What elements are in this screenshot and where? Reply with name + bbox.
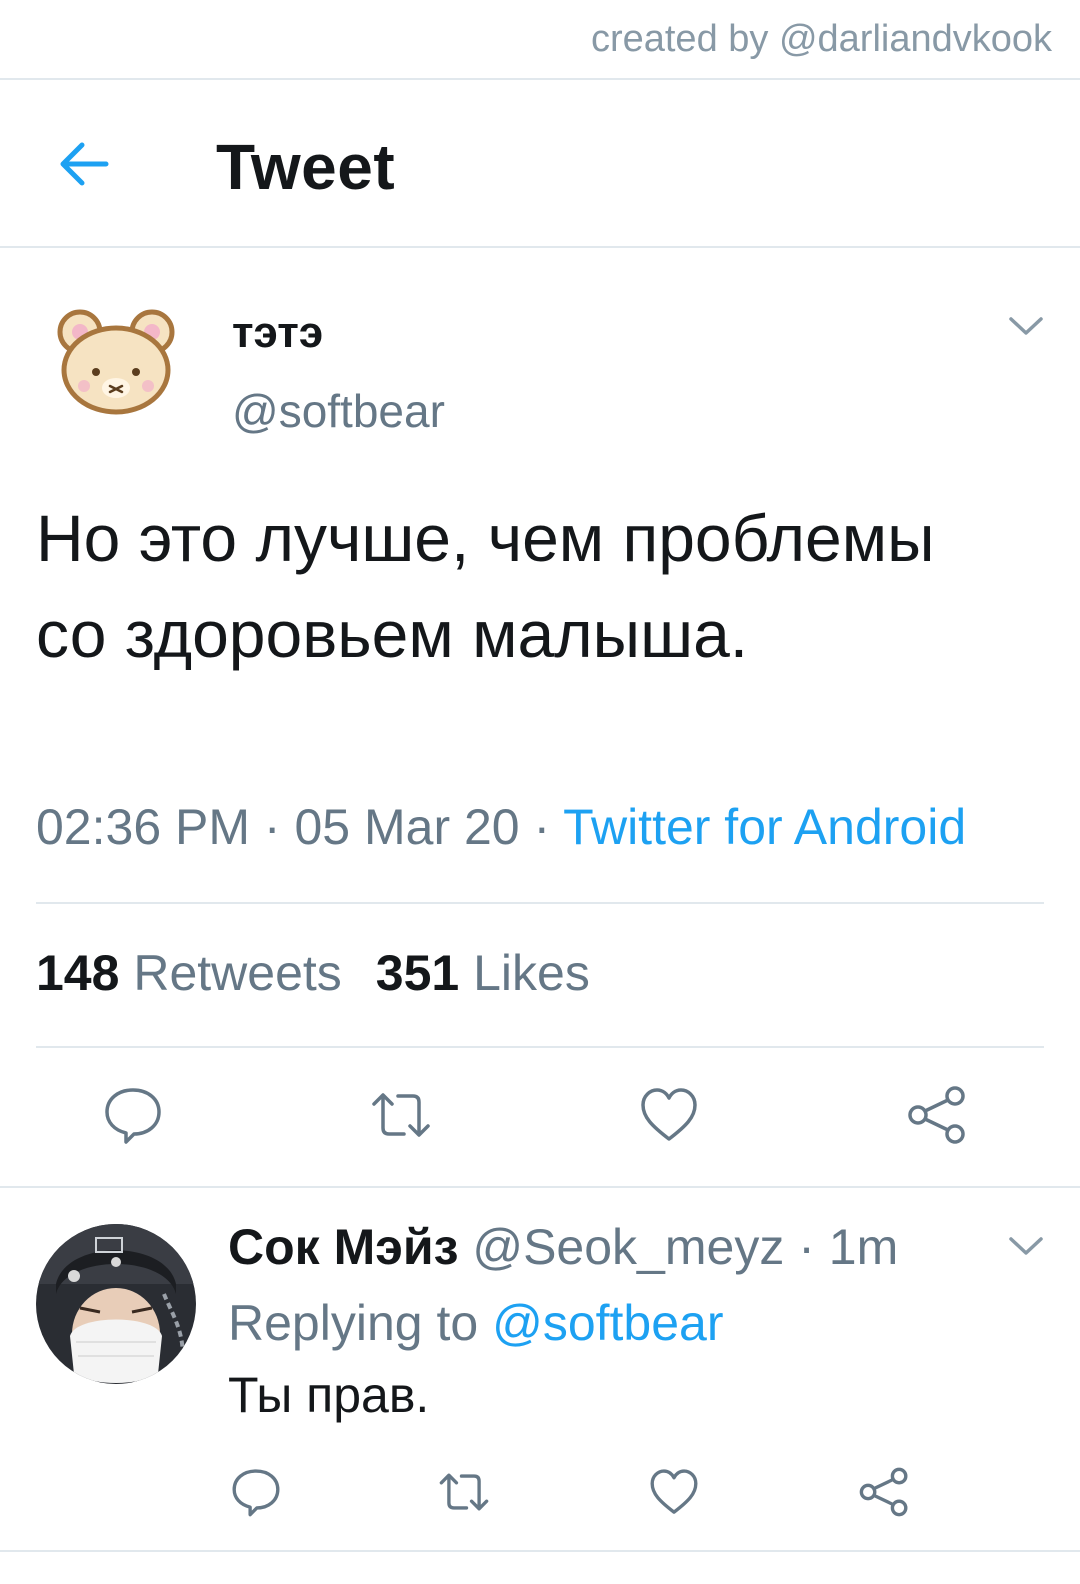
chevron-down-icon [1009,317,1043,335]
top-bar: Tweet [0,82,1080,248]
retweets-stat[interactable]: 148 Retweets [36,945,342,1001]
reply-time: 1m [828,1219,899,1275]
tweet-time: 02:36 PM [36,799,251,855]
divider [0,1186,1080,1188]
reply-icon [232,1469,280,1517]
tweet-source-link[interactable]: Twitter for Android [563,799,966,855]
reply-author-avatar[interactable] [36,1224,196,1384]
retweet-button[interactable] [370,1084,432,1146]
reply-retweet-button[interactable] [438,1466,490,1518]
like-button[interactable] [638,1084,700,1146]
chevron-down-icon [1009,1237,1043,1255]
retweets-label: Retweets [133,945,342,1001]
arrow-left-icon [60,142,109,186]
share-icon [908,1086,965,1144]
share-button[interactable] [906,1084,968,1146]
retweets-count: 148 [36,945,120,1001]
author-name[interactable]: тэтэ [232,308,323,358]
divider [0,78,1080,80]
divider [36,902,1044,904]
reply-author-name[interactable]: Сок Мэйз [228,1219,458,1275]
divider [0,246,1080,248]
retweet-icon [372,1093,430,1137]
reply-more-options-button[interactable] [1006,1226,1046,1266]
replying-to-mention[interactable]: @softbear [492,1295,723,1351]
divider [0,1550,1080,1552]
reply-reply-button[interactable] [230,1466,282,1518]
separator: · [533,799,551,855]
reply-button[interactable] [102,1084,164,1146]
tweet-meta: 02:36 PM · 05 Mar 20 · Twitter for Andro… [36,798,966,856]
separator: · [798,1219,815,1275]
reply-share-button[interactable] [858,1466,910,1518]
likes-stat[interactable]: 351 Likes [376,945,590,1001]
share-icon [859,1467,908,1517]
author-handle[interactable]: @softbear [232,384,445,438]
replying-to: Replying to @softbear [228,1294,723,1352]
separator: · [263,799,281,855]
page-title: Tweet [216,131,396,203]
retweet-icon [439,1473,489,1511]
watermark: created by @darliandvkook [590,18,1052,60]
back-button[interactable] [52,132,116,196]
reply-header: Сок Мэйз @Seok_meyz · 1m [228,1218,898,1276]
likes-label: Likes [473,945,590,1001]
tweet-stats: 148 Retweets 351 Likes [36,944,590,1002]
likes-count: 351 [375,945,460,1001]
reply-text: Ты прав. [228,1367,430,1423]
reply-icon [105,1088,161,1144]
divider [36,1046,1044,1048]
reply-author-handle[interactable]: @Seok_meyz [472,1219,784,1275]
more-options-button[interactable] [1006,306,1046,346]
tweet-text: Но это лучше, чем проблемы со здоровьем … [36,501,935,671]
like-icon [641,1088,697,1141]
replying-to-label: Replying to [228,1295,479,1351]
like-icon [650,1469,698,1514]
tweet-date: 05 Mar 20 [294,799,520,855]
author-avatar[interactable] [52,306,180,418]
reply-like-button[interactable] [648,1466,700,1518]
